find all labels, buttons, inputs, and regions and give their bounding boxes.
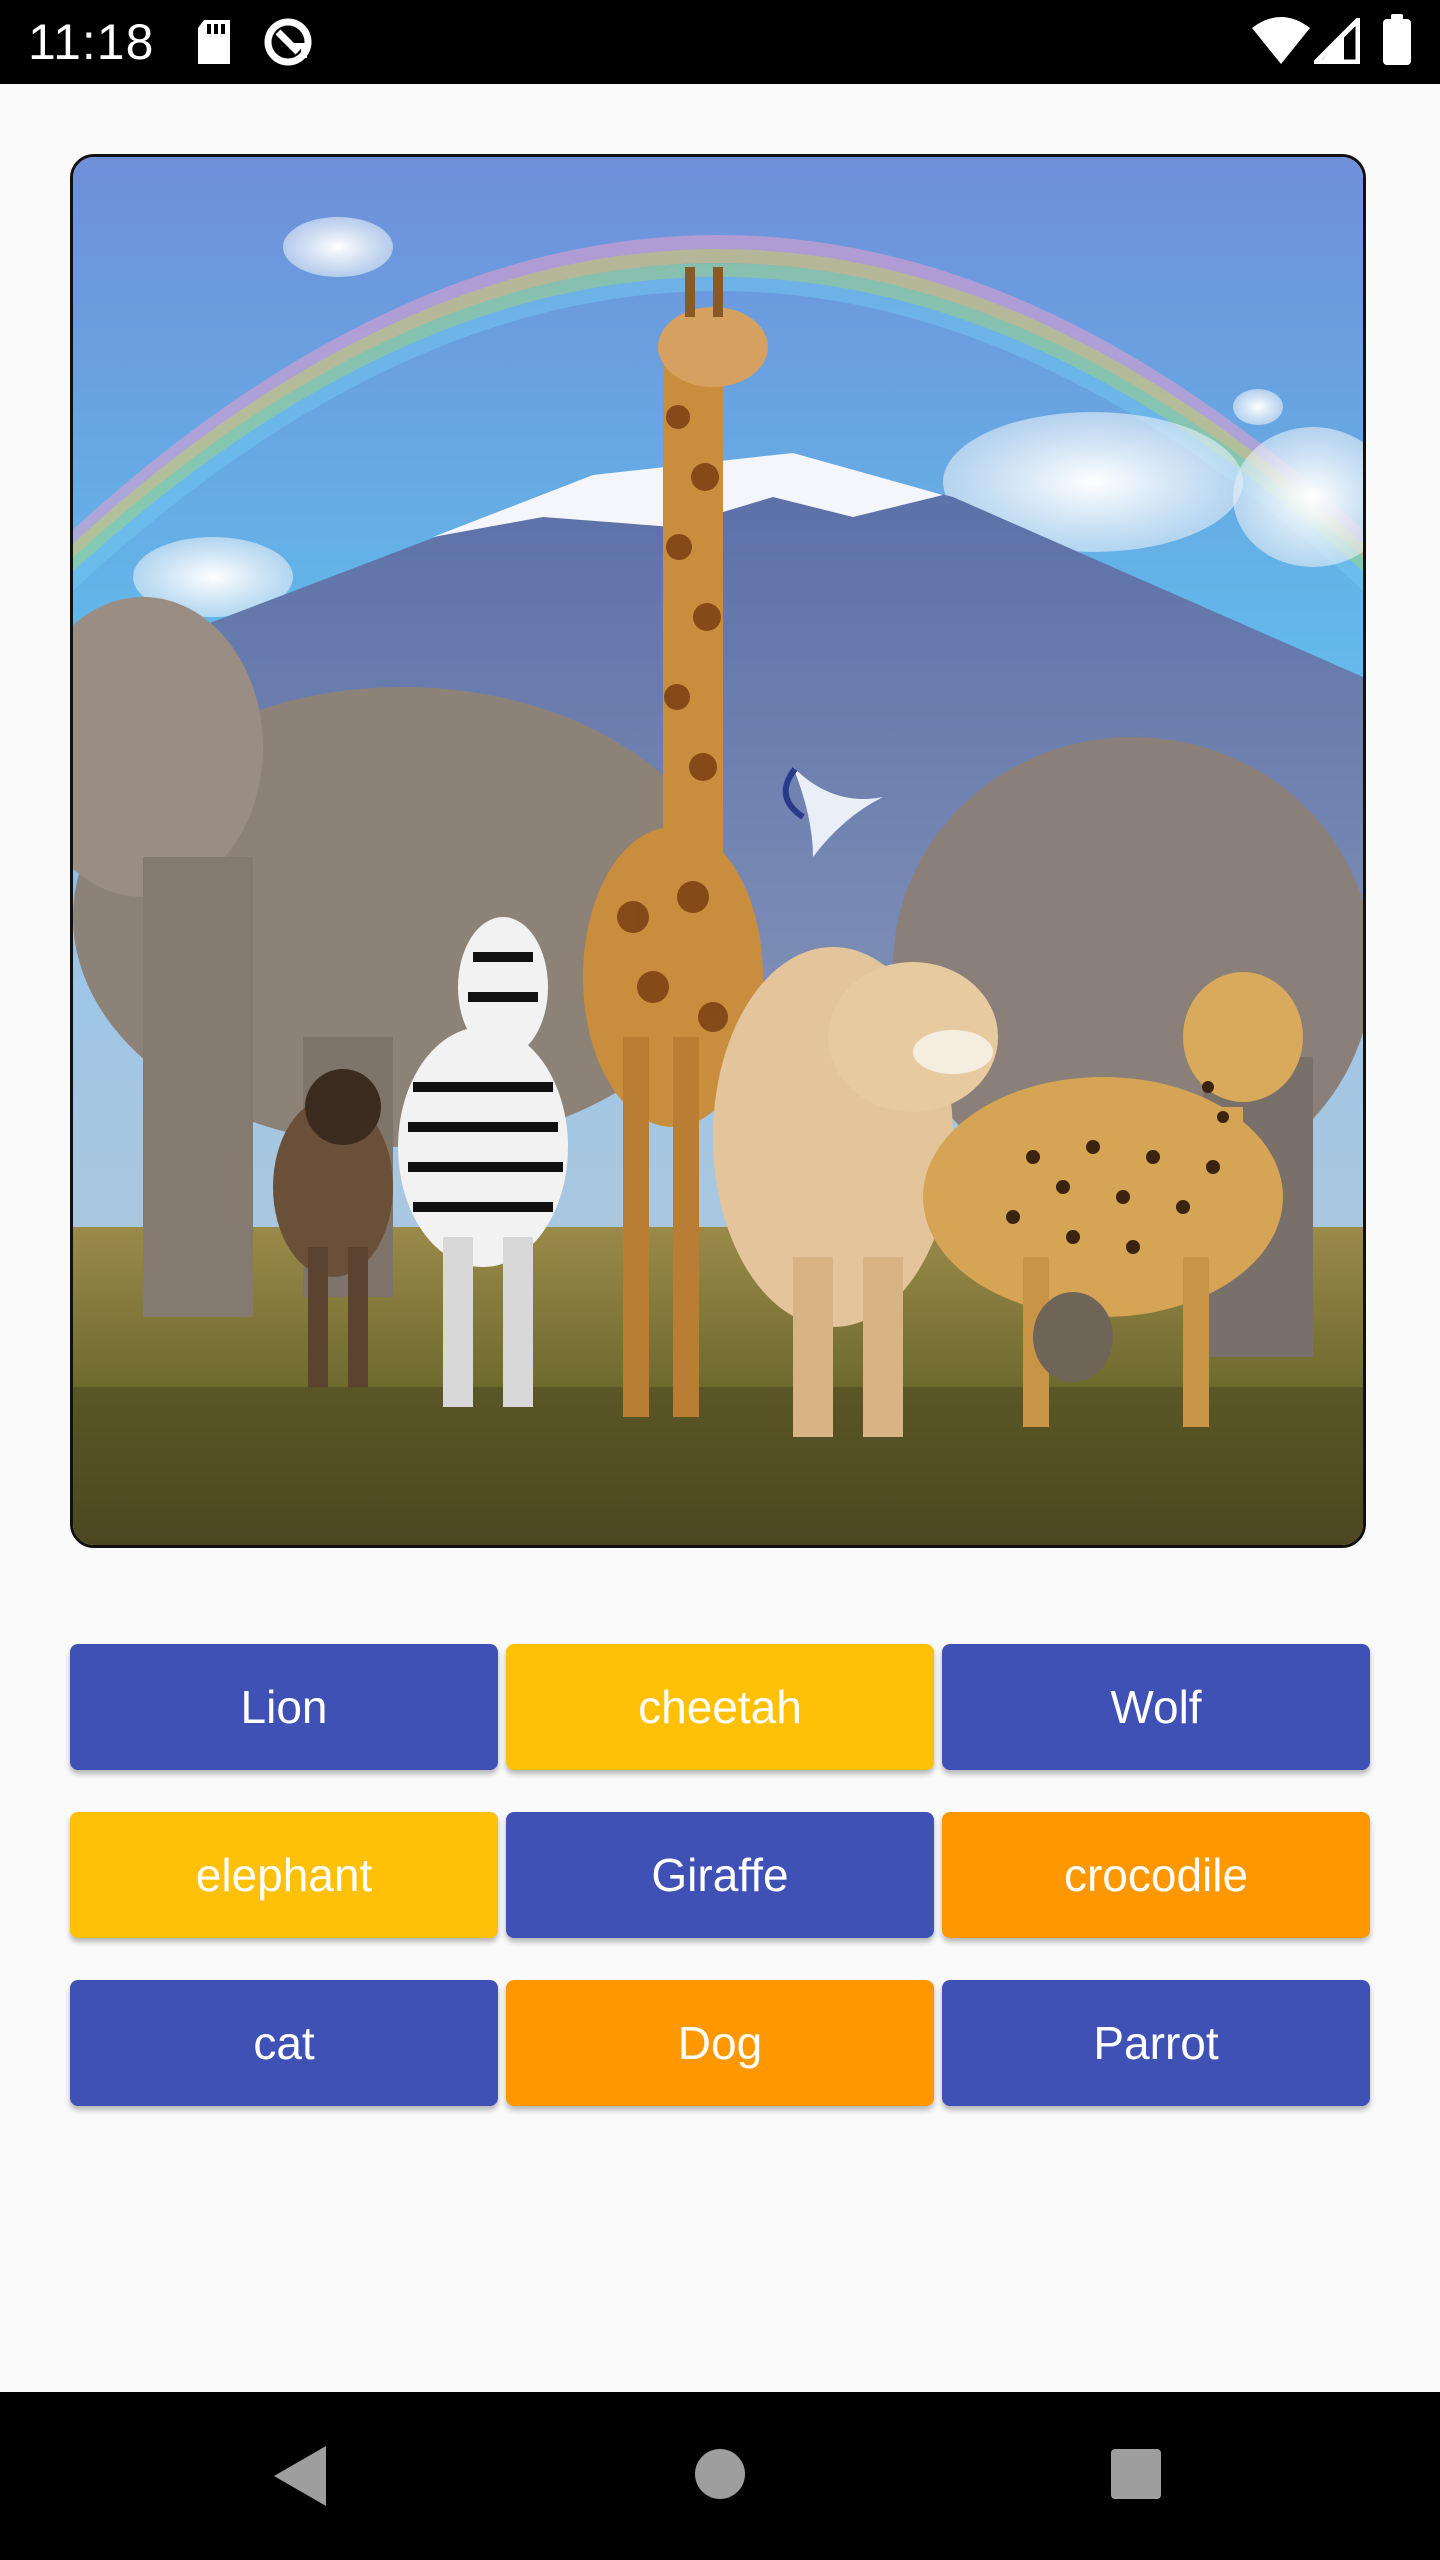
option-crocodile-button[interactable]: crocodile <box>942 1812 1370 1938</box>
wifi-icon <box>1252 16 1310 71</box>
sync-icon <box>262 16 314 73</box>
sd-card-icon <box>194 18 234 71</box>
status-bar: 11:18 <box>0 0 1440 84</box>
recents-square-icon[interactable] <box>1110 2448 1162 2505</box>
home-circle-icon[interactable] <box>694 2448 746 2505</box>
navigation-bar <box>0 2392 1440 2560</box>
option-giraffe-button[interactable]: Giraffe <box>506 1812 934 1938</box>
option-cat-button[interactable]: cat <box>70 1980 498 2106</box>
status-time: 11:18 <box>28 14 155 70</box>
quiz-screen: Lion cheetah Wolf elephant Giraffe croco… <box>0 84 1440 2392</box>
option-parrot-button[interactable]: Parrot <box>942 1980 1370 2106</box>
safari-animals-image <box>70 154 1366 1548</box>
back-triangle-icon[interactable] <box>272 2444 328 2513</box>
option-cheetah-button[interactable]: cheetah <box>506 1644 934 1770</box>
option-wolf-button[interactable]: Wolf <box>942 1644 1370 1770</box>
option-lion-button[interactable]: Lion <box>70 1644 498 1770</box>
signal-icon <box>1309 13 1361 69</box>
option-dog-button[interactable]: Dog <box>506 1980 934 2106</box>
option-elephant-button[interactable]: elephant <box>70 1812 498 1938</box>
battery-icon <box>1382 14 1412 71</box>
